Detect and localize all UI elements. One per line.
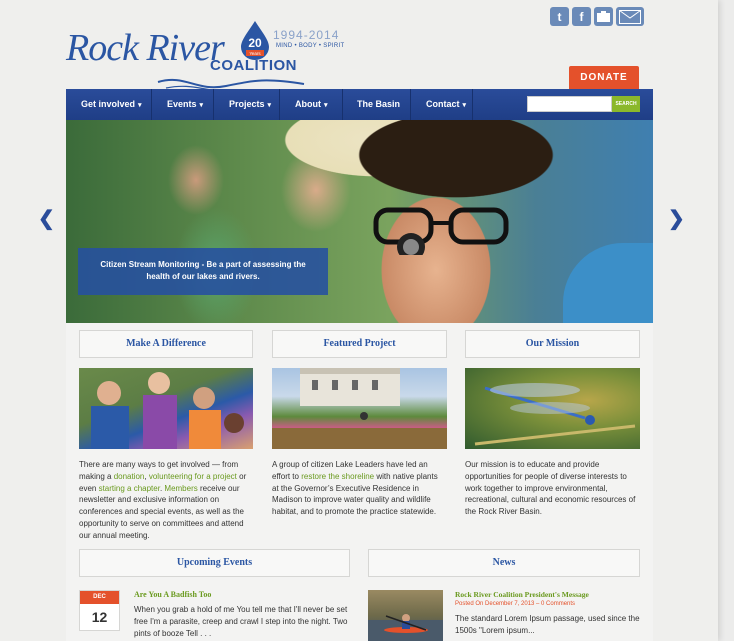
facebook-icon[interactable]: f [572, 7, 591, 26]
main-nav: Get involved ▾ Events ▾ Projects ▾ About ▾ T… [66, 89, 653, 120]
magnifier-glasses-icon [373, 207, 509, 255]
volunteers-illustration [91, 372, 244, 449]
hero-slider: Citizen Stream Monitoring - Be a part of… [66, 120, 653, 323]
anniversary-number: 20 [248, 36, 262, 50]
chevron-down-icon: ▾ [324, 102, 328, 109]
logo-coalition-text: COALITION [210, 57, 297, 74]
event-month: DEC [80, 591, 119, 604]
news-heading: News [368, 549, 640, 577]
mail-icon[interactable] [616, 7, 644, 26]
logo-years: 1994-2014 [273, 28, 340, 42]
our-mission-text: Our mission is to educate and provide op… [465, 460, 636, 517]
news-excerpt: The standard Lorem Ipsum passage, used s… [455, 614, 640, 635]
make-a-difference-text: There are many ways to get involved — fr… [79, 460, 247, 540]
volunteers-photo[interactable] [79, 368, 253, 449]
members-link[interactable]: Members [164, 484, 197, 493]
nav-events[interactable]: Events ▾ [152, 89, 214, 120]
chevron-down-icon: ▾ [199, 102, 204, 109]
shoreline-project-photo[interactable] [272, 368, 447, 449]
dragonfly-illustration [474, 383, 636, 446]
site-logo[interactable]: Rock River 20 Years 1994-2014 MIND • BOD… [66, 20, 344, 92]
search-form: SEARCH [527, 96, 640, 112]
chevron-down-icon: ▾ [138, 102, 142, 109]
nav-contact[interactable]: Contact ▾ [411, 89, 473, 120]
nav-projects[interactable]: Projects ▾ [214, 89, 280, 120]
nav-the-basin[interactable]: The Basin [343, 89, 411, 120]
slider-next-arrow-icon[interactable]: ❯ [668, 206, 685, 231]
logo-motto: MIND • BODY • SPIRIT [276, 43, 345, 49]
our-mission-heading: Our Mission [465, 330, 640, 358]
donation-link[interactable]: donation [114, 472, 145, 481]
hero-caption[interactable]: Citizen Stream Monitoring - Be a part of… [78, 248, 328, 295]
news-kayak-photo[interactable] [368, 590, 443, 641]
upcoming-events-heading: Upcoming Events [79, 549, 350, 577]
nav-about[interactable]: About ▾ [280, 89, 343, 120]
make-a-difference-heading: Make A Difference [79, 330, 253, 358]
dragonfly-photo[interactable] [465, 368, 640, 449]
restore-shoreline-link[interactable]: restore the shoreline [301, 472, 374, 481]
twitter-icon[interactable]: t [550, 7, 569, 26]
donate-button[interactable]: DONATE [569, 66, 639, 90]
event-title-link[interactable]: Are You A Badfish Too [134, 590, 211, 599]
slider-prev-arrow-icon[interactable]: ❮ [38, 206, 55, 231]
kayak-illustration [368, 614, 443, 641]
water-drop-icon: 20 Years [241, 21, 269, 60]
social-links: t f [550, 7, 644, 26]
residence-illustration [272, 368, 447, 449]
hero-shirt [563, 243, 653, 323]
volunteering-link[interactable]: volunteering for a project [149, 472, 237, 481]
search-input[interactable] [527, 96, 612, 112]
event-excerpt: When you grab a hold of me You tell me t… [134, 605, 348, 638]
event-date-badge: DEC 12 [79, 590, 120, 631]
nav-get-involved[interactable]: Get involved ▾ [66, 89, 152, 120]
featured-project-text: A group of citizen Lake Leaders have led… [272, 460, 438, 517]
news-title-link[interactable]: Rock River Coalition President's Message [455, 590, 589, 599]
chevron-down-icon: ▾ [462, 102, 467, 109]
anniversary-label: Years [249, 51, 261, 56]
search-button[interactable]: SEARCH [612, 96, 640, 112]
starting-chapter-link[interactable]: starting a chapter [99, 484, 160, 493]
event-day: 12 [91, 609, 108, 625]
news-meta: Posted On December 7, 2013 – 0 Comments [455, 601, 576, 607]
featured-project-heading: Featured Project [272, 330, 447, 358]
flickr-icon[interactable] [594, 7, 613, 26]
chevron-down-icon: ▾ [267, 102, 272, 109]
